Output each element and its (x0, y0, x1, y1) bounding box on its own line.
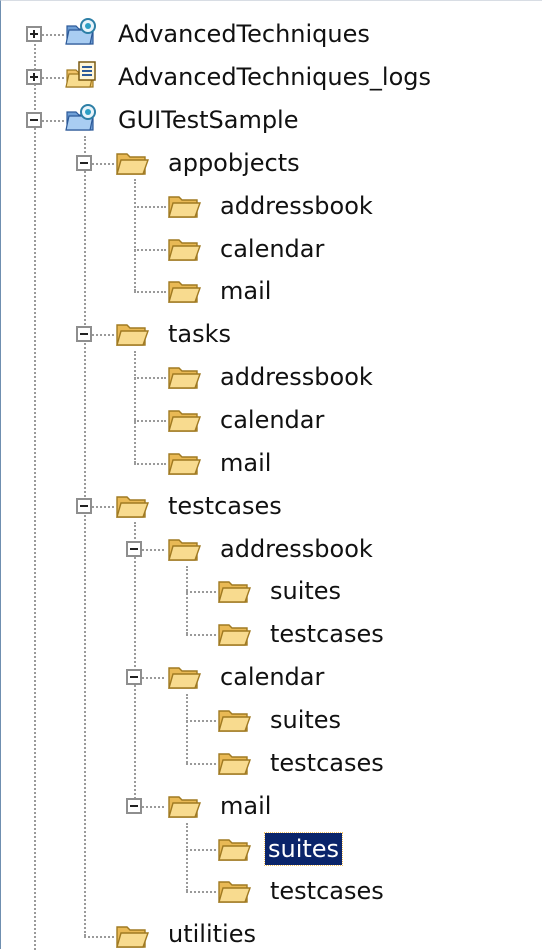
tree-node-tasks-mail[interactable]: mail (217, 447, 274, 479)
folder-open-icon (167, 234, 201, 264)
folder-open-icon (217, 705, 251, 735)
folder-open-icon (167, 276, 201, 306)
tree-node-addressbook-testcases[interactable]: testcases (267, 618, 387, 650)
tree-node-mail-testcases[interactable]: testcases (267, 875, 387, 907)
tree-node-appobjects-mail[interactable]: mail (217, 275, 274, 307)
tree-connector (42, 77, 64, 79)
tree-connector (186, 634, 216, 636)
collapse-toggle-testcases-mail[interactable] (126, 798, 142, 814)
folder-open-icon (217, 834, 251, 864)
tree-node-addressbook-suites[interactable]: suites (267, 575, 344, 607)
tree-connector (186, 694, 188, 763)
tree-node-calendar-suites[interactable]: suites (267, 704, 344, 736)
tree-node-advancedtechniques-logs[interactable]: AdvancedTechniques_logs (115, 61, 434, 93)
tree-connector (92, 334, 114, 336)
folder-open-icon (167, 448, 201, 478)
tree-connector (142, 806, 164, 808)
project-tree[interactable]: AdvancedTechniques AdvancedTechniques_lo… (0, 0, 542, 951)
tree-node-tasks-addressbook[interactable]: addressbook (217, 361, 376, 393)
tree-connector (42, 34, 64, 36)
tree-node-appobjects-calendar[interactable]: calendar (217, 233, 327, 265)
tree-node-appobjects[interactable]: appobjects (165, 147, 303, 179)
folder-open-icon (217, 576, 251, 606)
tree-node-testcases[interactable]: testcases (165, 490, 285, 522)
collapse-toggle-appobjects[interactable] (76, 155, 92, 171)
folder-open-icon (217, 748, 251, 778)
folder-open-icon (217, 876, 251, 906)
tree-connector (92, 163, 114, 165)
tree-connector (134, 463, 166, 465)
tree-node-calendar-testcases[interactable]: testcases (267, 747, 387, 779)
tree-connector (134, 351, 136, 463)
folder-open-icon (115, 319, 149, 349)
expand-toggle-advancedtechniques[interactable] (26, 26, 42, 42)
folder-open-icon (115, 148, 149, 178)
folder-open-icon (167, 662, 201, 692)
tree-connector (186, 566, 188, 634)
tree-node-tasks-calendar[interactable]: calendar (217, 404, 327, 436)
tree-node-appobjects-addressbook[interactable]: addressbook (217, 190, 376, 222)
folder-open-icon (217, 619, 251, 649)
folder-open-icon (167, 191, 201, 221)
tree-node-testcases-calendar[interactable]: calendar (217, 661, 327, 693)
tree-node-utilities[interactable]: utilities (165, 918, 259, 950)
tree-connector (186, 891, 216, 893)
tree-node-mail-suites-selected[interactable]: suites (263, 832, 344, 866)
collapse-toggle-tasks[interactable] (76, 326, 92, 342)
tree-connector (134, 206, 166, 208)
tree-connector (134, 179, 136, 291)
folder-open-icon (115, 921, 149, 951)
collapse-toggle-testcases-calendar[interactable] (126, 669, 142, 685)
collapse-toggle-guitestsample[interactable] (26, 112, 42, 128)
tree-connector (186, 720, 216, 722)
tree-connector (142, 677, 164, 679)
folder-open-icon (167, 362, 201, 392)
folder-open-icon (167, 534, 201, 564)
collapse-toggle-testcases-addressbook[interactable] (126, 541, 142, 557)
tree-node-tasks[interactable]: tasks (165, 318, 234, 350)
tree-node-testcases-addressbook[interactable]: addressbook (217, 533, 376, 565)
log-project-icon (65, 60, 99, 90)
tree-connector (84, 936, 114, 938)
tree-connector (142, 549, 164, 551)
tree-node-guitestsample[interactable]: GUITestSample (115, 104, 302, 136)
tree-connector (84, 136, 86, 936)
tree-connector (186, 849, 216, 851)
folder-open-icon (115, 491, 149, 521)
project-icon (65, 17, 99, 47)
tree-node-advancedtechniques[interactable]: AdvancedTechniques (115, 18, 373, 50)
tree-connector (42, 120, 64, 122)
tree-connector (134, 522, 136, 807)
folder-open-icon (167, 791, 201, 821)
tree-connector (134, 249, 166, 251)
tree-node-testcases-mail[interactable]: mail (217, 790, 274, 822)
expand-toggle-advancedtechniques-logs[interactable] (26, 69, 42, 85)
folder-open-icon (167, 405, 201, 435)
tree-connector (34, 35, 36, 950)
tree-connector (186, 823, 188, 891)
tree-connector (134, 291, 166, 293)
tree-connector (186, 591, 216, 593)
project-icon (65, 103, 99, 133)
tree-connector (134, 377, 166, 379)
tree-connector (92, 506, 114, 508)
tree-connector (134, 420, 166, 422)
collapse-toggle-testcases[interactable] (76, 498, 92, 514)
tree-connector (186, 763, 216, 765)
